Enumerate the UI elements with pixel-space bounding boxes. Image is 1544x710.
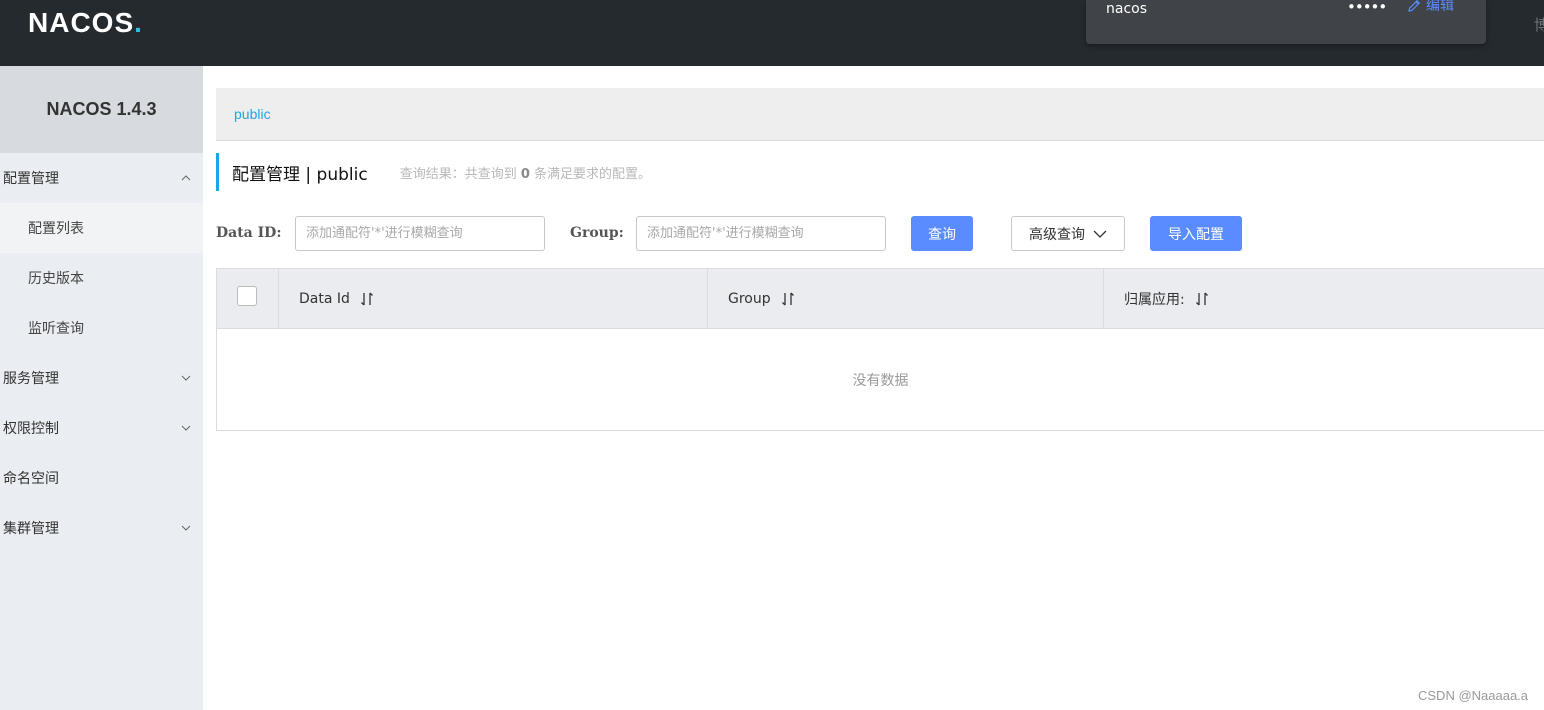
group-input[interactable]: [636, 216, 886, 251]
sidebar-item-history[interactable]: 历史版本: [0, 253, 203, 303]
logo-dot: .: [134, 7, 143, 38]
chevron-down-icon: [1093, 230, 1107, 238]
sidebar-item-cluster-management[interactable]: 集群管理: [0, 503, 203, 553]
config-table: Data Id Group 归属应用: 没有数据: [216, 268, 1544, 431]
edit-link[interactable]: 编辑: [1406, 0, 1454, 16]
column-header-label: Data Id: [299, 290, 350, 307]
column-header-label: Group: [728, 290, 771, 307]
table-header: Data Id Group 归属应用:: [217, 269, 1544, 329]
sidebar-item-config-management[interactable]: 配置管理: [0, 153, 203, 203]
chevron-down-icon: [181, 425, 191, 431]
empty-state-text: 没有数据: [852, 373, 909, 389]
data-id-input[interactable]: [295, 216, 545, 251]
page-title: 配置管理 | public: [232, 164, 368, 185]
data-id-label: Data ID:: [216, 225, 282, 241]
edit-label: 编辑: [1426, 0, 1454, 14]
advanced-search-label: 高级查询: [1029, 226, 1085, 243]
chevron-up-icon: [181, 175, 191, 181]
sidebar-item-label: 集群管理: [3, 521, 59, 537]
sidebar-item-label: 配置管理: [3, 171, 59, 187]
chevron-down-icon: [181, 375, 191, 381]
select-all-checkbox[interactable]: [236, 285, 257, 306]
search-button[interactable]: 查询: [911, 216, 973, 251]
sort-icon[interactable]: [360, 291, 374, 307]
import-config-button[interactable]: 导入配置: [1150, 216, 1242, 251]
popup-username: nacos: [1106, 1, 1148, 17]
column-app[interactable]: 归属应用:: [1104, 269, 1544, 328]
sidebar-item-listener-query[interactable]: 监听查询: [0, 303, 203, 353]
sidebar-item-label: 命名空间: [3, 471, 59, 487]
group-label: Group:: [570, 225, 624, 241]
chevron-down-icon: [181, 525, 191, 531]
column-group[interactable]: Group: [708, 269, 1104, 328]
namespace-bar: public: [216, 88, 1544, 141]
sidebar-item-service-management[interactable]: 服务管理: [0, 353, 203, 403]
sidebar: NACOS 1.4.3 配置管理 配置列表 历史版本 监听查询 服务管理 权限控…: [0, 66, 203, 710]
sidebar-item-label: 监听查询: [28, 321, 84, 337]
select-all-cell: [217, 269, 279, 328]
result-count: 0: [520, 166, 530, 182]
page-heading: 配置管理 | public 查询结果：共查询到 0 条满足要求的配置。: [216, 153, 651, 191]
sidebar-item-access-control[interactable]: 权限控制: [0, 403, 203, 453]
pencil-icon: [1408, 0, 1421, 12]
column-header-label: 归属应用:: [1124, 291, 1185, 308]
logo-text: NACOS: [28, 7, 135, 38]
user-popup: nacos ••••• 编辑: [1086, 0, 1486, 44]
table-body: 没有数据: [217, 329, 1544, 431]
top-right-text[interactable]: 博: [1534, 14, 1544, 35]
version-title: NACOS 1.4.3: [0, 66, 203, 153]
popup-password-mask: •••••: [1347, 0, 1387, 16]
sidebar-item-label: 配置列表: [28, 221, 84, 237]
sidebar-item-label: 服务管理: [3, 371, 59, 387]
advanced-search-button[interactable]: 高级查询: [1011, 216, 1125, 251]
sidebar-item-namespace[interactable]: 命名空间: [0, 453, 203, 503]
nacos-logo[interactable]: NACOS.: [28, 7, 143, 39]
namespace-link-public[interactable]: public: [234, 106, 271, 122]
sidebar-item-label: 历史版本: [28, 271, 84, 287]
sort-icon[interactable]: [781, 291, 795, 307]
sidebar-item-label: 权限控制: [3, 421, 59, 437]
sidebar-item-config-list[interactable]: 配置列表: [0, 203, 203, 253]
result-suffix: 条满足要求的配置。: [534, 166, 652, 182]
watermark: CSDN @Naaaaa.a: [1418, 688, 1529, 703]
result-prefix: 查询结果：共查询到: [399, 166, 517, 182]
sort-icon[interactable]: [1195, 291, 1209, 307]
column-data-id[interactable]: Data Id: [279, 269, 708, 328]
query-result-summary: 查询结果：共查询到 0 条满足要求的配置。: [400, 163, 651, 182]
